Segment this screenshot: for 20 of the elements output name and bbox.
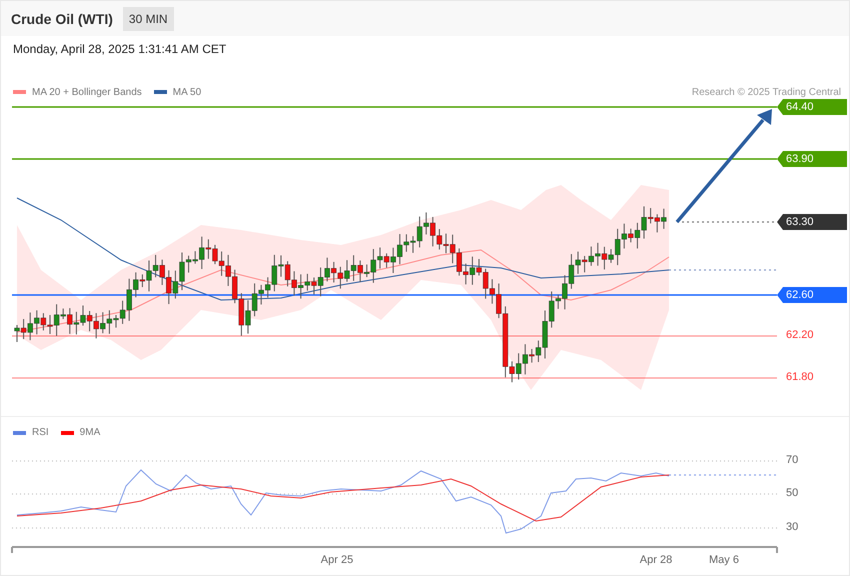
interval-badge[interactable]: 30 MIN [122, 6, 174, 30]
price-level-tag: 63.90 [777, 151, 847, 167]
rsi-tick-label: 50 [786, 487, 798, 499]
legend-label: MA 20 + Bollinger Bands [32, 86, 142, 98]
price-level-tag: 64.40 [777, 99, 847, 115]
date-label: Apr 28 [640, 554, 672, 566]
rsi-tick-label: 70 [786, 454, 798, 466]
rsi-tick-label: 30 [786, 521, 798, 533]
price-level-tag: 62.60 [777, 287, 847, 303]
price-level-label: 62.20 [786, 329, 814, 341]
date-label: May 6 [709, 554, 739, 566]
legend-label: MA 50 [172, 86, 202, 98]
price-level-label: 61.80 [786, 371, 814, 383]
legend-label: 9MA [80, 427, 100, 438]
credit-text: Research © 2025 Trading Central [692, 86, 841, 98]
price-level-tag: 63.30 [777, 214, 847, 230]
legend-label: RSI [32, 427, 49, 438]
date-label: Apr 25 [320, 554, 354, 566]
instrument-title: Crude Oil (WTI) [11, 10, 113, 26]
timestamp: Monday, April 28, 2025 1:31:41 AM CET [12, 41, 228, 58]
